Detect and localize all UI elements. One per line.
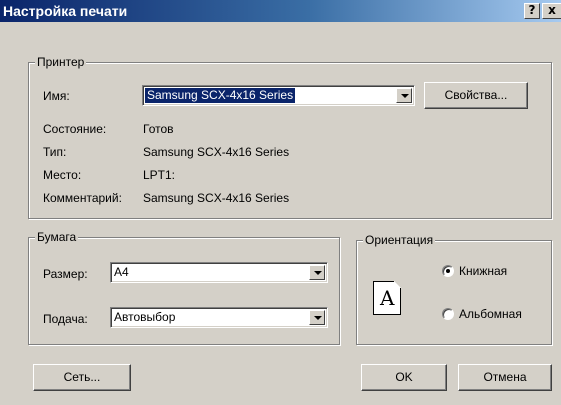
close-icon[interactable]: x: [542, 3, 561, 19]
paper-group: Бумага: [28, 230, 340, 345]
paper-legend: Бумага: [35, 230, 79, 244]
help-button-label: ?: [528, 3, 536, 17]
status-value: Готов: [143, 122, 174, 136]
title-bar: Настройка печати: [0, 0, 561, 22]
type-value: Samsung SCX-4x16 Series: [143, 145, 290, 159]
help-icon[interactable]: ?: [524, 3, 540, 19]
portrait-radio[interactable]: [442, 265, 454, 277]
cancel-button[interactable]: Отмена: [458, 364, 552, 391]
properties-button-label: Свойства...: [444, 88, 508, 102]
chevron-down-icon[interactable]: [309, 265, 325, 280]
network-button[interactable]: Сеть...: [33, 364, 131, 391]
ok-button-label: OK: [395, 370, 413, 384]
printer-name-value: Samsung SCX-4x16 Series: [145, 88, 296, 103]
cancel-button-label: Отмена: [483, 370, 527, 384]
comment-value: Samsung SCX-4x16 Series: [143, 191, 290, 205]
type-label: Тип:: [43, 145, 67, 159]
comment-label: Комментарий:: [43, 191, 122, 205]
paper-size-select[interactable]: A4: [110, 262, 328, 283]
status-label: Состояние:: [43, 122, 107, 136]
paper-size-label: Размер:: [43, 267, 88, 281]
ok-button[interactable]: OK: [361, 364, 447, 391]
landscape-label[interactable]: Альбомная: [459, 306, 522, 322]
paper-size-value: A4: [114, 265, 129, 279]
location-value: LPT1:: [143, 168, 176, 182]
paper-source-select[interactable]: Автовыбор: [110, 307, 328, 328]
properties-button[interactable]: Свойства...: [424, 82, 528, 109]
chevron-down-icon[interactable]: [396, 88, 412, 103]
paper-source-value: Автовыбор: [114, 310, 176, 324]
chevron-down-icon[interactable]: [309, 310, 325, 325]
landscape-radio[interactable]: [442, 308, 454, 320]
close-button-label: x: [548, 3, 556, 17]
page-portrait-icon: A: [373, 281, 401, 315]
network-button-label: Сеть...: [63, 370, 101, 384]
window-title: Настройка печати: [3, 3, 128, 19]
paper-source-label: Подача:: [43, 312, 88, 326]
printer-legend: Принтер: [35, 55, 87, 69]
orientation-legend: Ориентация: [363, 233, 436, 247]
location-label: Место:: [43, 168, 82, 182]
page-letter: A: [380, 286, 395, 310]
printer-name-select[interactable]: Samsung SCX-4x16 Series: [142, 85, 415, 106]
portrait-label[interactable]: Книжная: [459, 263, 507, 279]
printer-name-label: Имя:: [43, 89, 70, 103]
